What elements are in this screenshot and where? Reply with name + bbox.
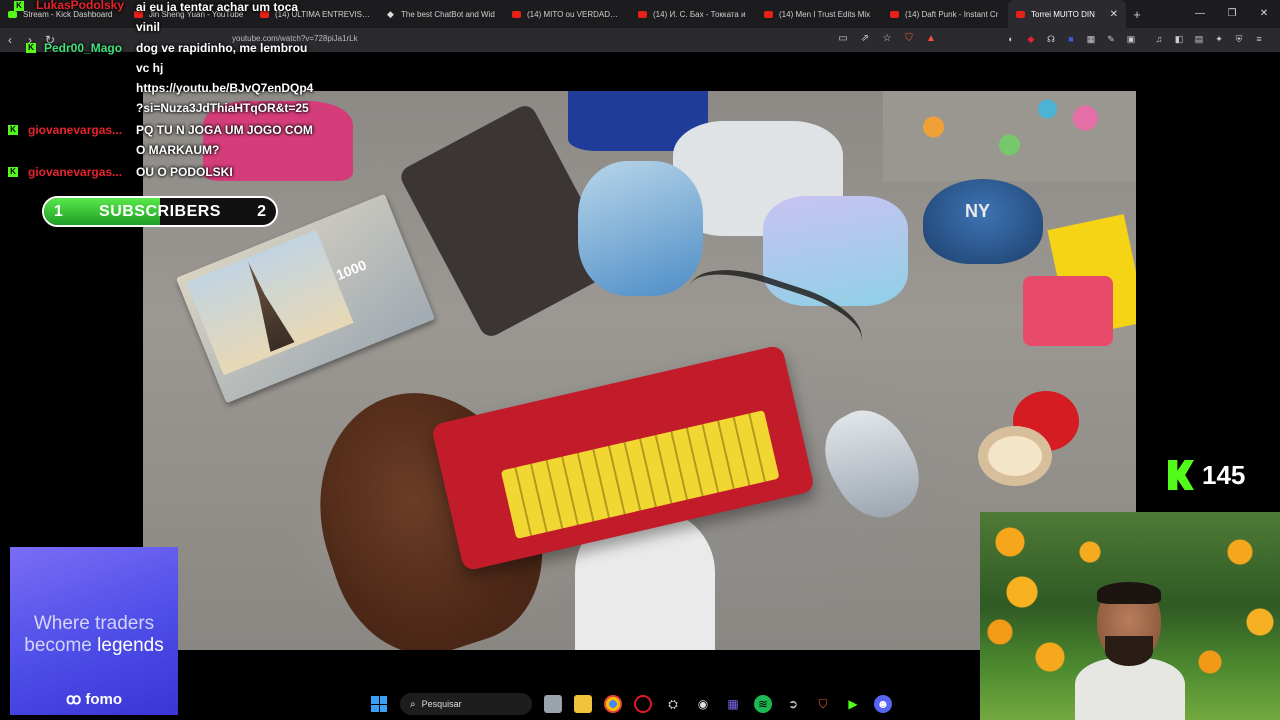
new-tab-button[interactable]: + bbox=[1126, 7, 1148, 22]
minimize-button[interactable]: — bbox=[1184, 0, 1216, 28]
extension-icon-6[interactable]: ✎ bbox=[1104, 32, 1118, 46]
window-controls: — ❐ ✕ bbox=[1184, 0, 1280, 28]
tab-youtube-6[interactable]: (14) Daft Punk - Instant Cr bbox=[882, 0, 1008, 28]
kick-app-icon[interactable]: ▶ bbox=[844, 695, 862, 713]
extension-icon-2[interactable]: ◆ bbox=[1024, 32, 1038, 46]
chat-message: ai eu ia tentar achar um toca bbox=[136, 0, 299, 14]
windows-start-icon[interactable] bbox=[370, 695, 388, 713]
steam-icon[interactable]: ⛭ bbox=[664, 695, 682, 713]
bracelet bbox=[978, 426, 1052, 486]
extensions-icon[interactable]: ✦ bbox=[1212, 32, 1226, 46]
extension-icon-7[interactable]: ▣ bbox=[1124, 32, 1138, 46]
chat-overlay: K LukasPodolsky ai eu ia tentar achar um… bbox=[0, 0, 340, 190]
close-window-button[interactable]: ✕ bbox=[1248, 0, 1280, 28]
chat-message: OU O PODOLSKI bbox=[136, 165, 233, 179]
chat-username: Pedr00_Mago bbox=[44, 41, 123, 55]
chat-username: LukasPodolsky bbox=[36, 0, 125, 12]
address-bar-actions: ▭ ⇗ ☆ ⛉ ▲ bbox=[836, 32, 938, 46]
kick-badge-icon: K bbox=[8, 167, 18, 177]
goal-current: 1 bbox=[54, 203, 63, 220]
toy-pile bbox=[883, 91, 1136, 181]
youtube-icon bbox=[764, 10, 773, 18]
tab-youtube-3[interactable]: (14) MITO ou VERDADE: Te bbox=[504, 0, 630, 28]
file-explorer-icon[interactable] bbox=[574, 695, 592, 713]
chat-username: giovanevargas... bbox=[28, 165, 123, 179]
computer-mouse bbox=[808, 395, 936, 533]
tab-youtube-4[interactable]: (14) И. С. Бах - Токката и bbox=[630, 0, 756, 28]
chat-message: ?si=Nuza3JdThiaHTqOR&t=25 bbox=[136, 101, 309, 115]
share-icon[interactable]: ⇗ bbox=[858, 32, 872, 46]
ad-line-2: become legends bbox=[24, 635, 164, 656]
wallet-icon[interactable]: ▤ bbox=[1192, 32, 1206, 46]
kick-logo-icon bbox=[1168, 460, 1194, 490]
brave-browser-icon[interactable]: ⛉ bbox=[814, 695, 832, 713]
viewer-count: 145 bbox=[1202, 459, 1246, 490]
chat-message: dog ve rapidinho, me lembrou bbox=[136, 41, 308, 55]
pink-box bbox=[1023, 276, 1113, 346]
sidebar-icon[interactable]: ◧ bbox=[1172, 32, 1186, 46]
webcam-overlay bbox=[980, 512, 1280, 720]
subscriber-goal-bar: SUBSCRIBERS 1 2 bbox=[42, 196, 278, 227]
kick-badge-icon: K bbox=[8, 125, 18, 135]
extension-icon-5[interactable]: ▦ bbox=[1084, 32, 1098, 46]
chat-message: vinil bbox=[136, 20, 161, 34]
close-tab-icon[interactable]: ✕ bbox=[1110, 9, 1118, 20]
spotify-icon[interactable]: ≋ bbox=[754, 695, 772, 713]
extensions-bar: ◐ ◆ ☊ ■ ▦ ✎ ▣ ♫ ◧ ▤ ✦ ⛨ ≡ bbox=[1004, 32, 1266, 46]
ny-cap: NY bbox=[923, 179, 1043, 264]
sponsor-ad: Where traders become legends ꝏ fomo bbox=[10, 547, 178, 715]
obs-icon[interactable]: ◉ bbox=[694, 695, 712, 713]
tab-active-video[interactable]: Torrei MUITO DIN ✕ bbox=[1008, 0, 1126, 28]
youtube-icon bbox=[638, 10, 647, 18]
ad-brand-logo: ꝏ fomo bbox=[65, 691, 123, 708]
ad-line-1: Where traders bbox=[33, 613, 155, 634]
discord-icon[interactable]: ☻ bbox=[874, 695, 892, 713]
tab-chatbot[interactable]: ◆ The best ChatBot and Wid bbox=[378, 0, 504, 28]
youtube-icon bbox=[1016, 10, 1025, 18]
cast-icon[interactable]: ▭ bbox=[836, 32, 850, 46]
windows-taskbar: ⌕ Pesquisar ⛭ ◉ ▦ ≋ ➲ ⛉ ▶ ☻ bbox=[370, 690, 910, 718]
search-icon: ⌕ bbox=[410, 698, 416, 710]
task-view-icon[interactable] bbox=[544, 695, 562, 713]
chat-message: O MARKAUM? bbox=[136, 143, 220, 157]
maximize-button[interactable]: ❐ bbox=[1216, 0, 1248, 28]
taskbar-search[interactable]: ⌕ Pesquisar bbox=[400, 693, 532, 715]
viewer-counter: 145 bbox=[1168, 458, 1245, 492]
tab-youtube-5[interactable]: (14) Men I Trust Edits Mix bbox=[756, 0, 882, 28]
streamer bbox=[1075, 582, 1185, 720]
brave-rewards-icon[interactable]: ▲ bbox=[924, 32, 938, 46]
chat-message: vc hj bbox=[136, 61, 164, 75]
chat-message: https://youtu.be/BJvQ7enDQp4 bbox=[136, 81, 314, 95]
app-grid-icon[interactable]: ▦ bbox=[724, 695, 742, 713]
chat-username: giovanevargas... bbox=[28, 123, 123, 137]
extension-icon-1[interactable]: ◐ bbox=[1004, 32, 1018, 46]
extension-icon-3[interactable]: ☊ bbox=[1044, 32, 1058, 46]
youtube-icon bbox=[890, 10, 899, 18]
opera-icon[interactable] bbox=[634, 695, 652, 713]
bookmark-icon[interactable]: ☆ bbox=[880, 32, 894, 46]
goal-target: 2 bbox=[257, 203, 266, 220]
menu-icon[interactable]: ≡ bbox=[1252, 32, 1266, 46]
kick-badge-icon: K bbox=[14, 1, 24, 11]
kick-badge-icon: K bbox=[26, 43, 36, 53]
chatbot-icon: ◆ bbox=[387, 8, 394, 19]
vpn-icon[interactable]: ⛨ bbox=[1232, 32, 1246, 46]
chrome-icon[interactable] bbox=[604, 695, 622, 713]
frozen-backpack bbox=[578, 161, 703, 296]
app-icon[interactable]: ➲ bbox=[784, 695, 802, 713]
brave-shields-icon[interactable]: ⛉ bbox=[902, 32, 916, 46]
youtube-icon bbox=[512, 10, 521, 18]
media-icon[interactable]: ♫ bbox=[1152, 32, 1166, 46]
goal-label: SUBSCRIBERS bbox=[99, 203, 221, 220]
chat-message: PQ TU N JOGA UM JOGO COM bbox=[136, 123, 313, 137]
extension-icon-4[interactable]: ■ bbox=[1064, 32, 1078, 46]
